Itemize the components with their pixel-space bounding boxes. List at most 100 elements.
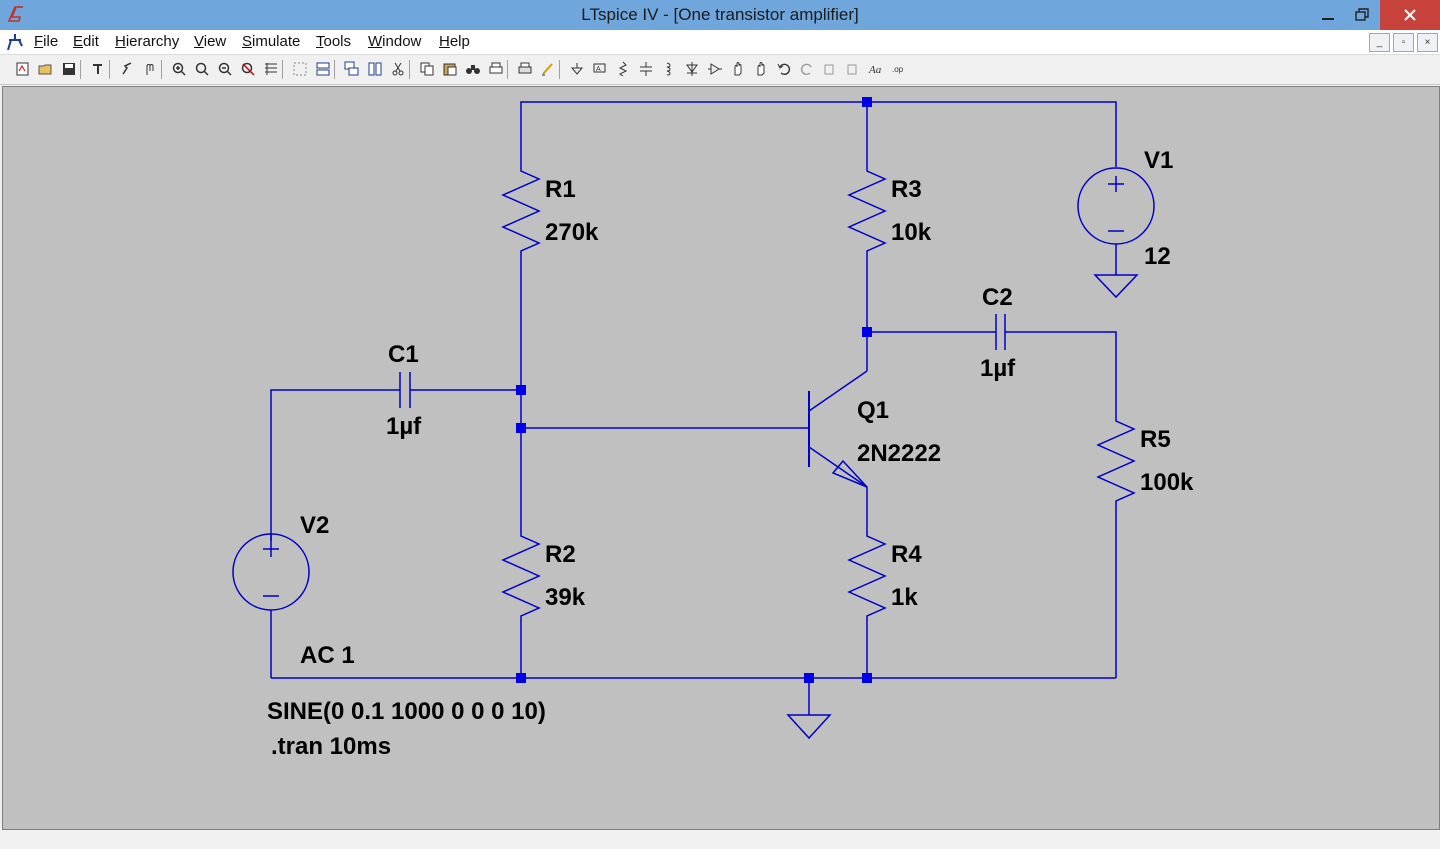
zoom-full-icon[interactable] (194, 61, 210, 77)
r4-name[interactable]: R4 (891, 541, 922, 568)
save-icon[interactable] (61, 61, 77, 77)
r4-value[interactable]: 1k (891, 584, 918, 611)
junction-gnd-r4[interactable] (862, 673, 872, 683)
paste-icon[interactable] (442, 61, 458, 77)
r3-symbol[interactable] (847, 165, 887, 332)
r2-value[interactable]: 39k (545, 584, 586, 611)
r1-symbol[interactable] (501, 165, 541, 257)
c1-name[interactable]: C1 (388, 341, 419, 368)
print-icon[interactable] (517, 61, 533, 77)
svg-text:A: A (596, 66, 601, 73)
menu-tools[interactable]: Tools (316, 33, 351, 50)
diode-icon[interactable] (684, 61, 700, 77)
toolbar: A Aa .op (0, 55, 1440, 85)
menu-hierarchy[interactable]: Hierarchy (115, 33, 179, 50)
q1-value[interactable]: 2N2222 (857, 440, 941, 467)
close-button[interactable] (1380, 0, 1440, 30)
menu-view-rest: iew (203, 33, 227, 50)
zoom-out-icon[interactable] (217, 61, 233, 77)
ground-icon[interactable] (569, 61, 585, 77)
r3-value[interactable]: 10k (891, 219, 932, 246)
capacitor-icon[interactable] (638, 61, 654, 77)
v1-name[interactable]: V1 (1144, 147, 1173, 174)
tile-vertical-icon[interactable] (367, 61, 383, 77)
text-icon[interactable]: Aa (868, 61, 884, 77)
tile-horizontal-icon[interactable] (315, 61, 331, 77)
r5-name[interactable]: R5 (1140, 426, 1171, 453)
wires (232, 101, 1155, 740)
toolbar-separator (80, 60, 81, 79)
cut-icon[interactable] (390, 61, 406, 77)
wire-top-rail[interactable] (520, 101, 1117, 167)
print-setup-icon[interactable] (488, 61, 504, 77)
spice-directive[interactable]: .tran 10ms (271, 733, 391, 760)
find-icon[interactable] (465, 61, 481, 77)
c2-value[interactable]: 1µf (980, 355, 1016, 382)
mirror-icon[interactable] (845, 61, 861, 77)
inductor-icon[interactable] (661, 61, 677, 77)
r5-value[interactable]: 100k (1140, 469, 1194, 496)
zoom-in-icon[interactable] (171, 61, 187, 77)
run-icon[interactable] (119, 61, 135, 77)
menu-window[interactable]: Window (368, 33, 421, 50)
wire-icon[interactable] (540, 61, 556, 77)
autorange-icon[interactable] (263, 61, 279, 77)
minimize-button[interactable] (1312, 0, 1344, 30)
redo-icon[interactable] (799, 61, 815, 77)
ground-symbol-main[interactable] (786, 714, 832, 740)
rotate-icon[interactable] (822, 61, 838, 77)
drag-icon[interactable] (753, 61, 769, 77)
junction-gnd-r2[interactable] (516, 673, 526, 683)
wire-c2-r5[interactable] (1005, 331, 1117, 415)
ground-symbol-v1[interactable] (1093, 274, 1139, 299)
menu-file-rest: ile (43, 33, 59, 50)
grid-icon[interactable] (292, 61, 308, 77)
q1-name[interactable]: Q1 (857, 397, 889, 424)
menu-view[interactable]: View (194, 33, 226, 50)
zoom-cancel-icon[interactable] (240, 61, 256, 77)
menu-help[interactable]: Help (439, 33, 470, 50)
c1-value[interactable]: 1µf (386, 413, 422, 440)
menu-file[interactable]: File (34, 33, 58, 50)
junction-gnd-main[interactable] (804, 673, 814, 683)
junction-top[interactable] (862, 97, 872, 107)
new-schematic-icon[interactable] (15, 61, 31, 77)
r1-value[interactable]: 270k (545, 219, 599, 246)
v1-value[interactable]: 12 (1144, 243, 1171, 270)
undo-icon[interactable] (776, 61, 792, 77)
c2-name[interactable]: C2 (982, 284, 1013, 311)
r5-symbol[interactable] (1096, 415, 1136, 678)
copy-icon[interactable] (419, 61, 435, 77)
status-bar (0, 830, 1440, 849)
label-net-icon[interactable]: A (592, 61, 608, 77)
open-icon[interactable] (38, 61, 54, 77)
restore-button[interactable] (1346, 0, 1378, 30)
r2-name[interactable]: R2 (545, 541, 576, 568)
cascade-icon[interactable] (344, 61, 360, 77)
junction-collector[interactable] (862, 327, 872, 337)
spice-directive-icon[interactable]: .op (891, 61, 907, 77)
mdi-restore-button[interactable]: ▫ (1393, 33, 1414, 52)
schematic-doc-icon[interactable] (5, 32, 25, 52)
mdi-minimize-button[interactable]: _ (1369, 33, 1390, 52)
schematic-canvas[interactable]: R1 270k R3 10k V1 12 C2 1µf C1 1µf Q1 2N… (2, 86, 1440, 830)
junction-base[interactable] (516, 423, 526, 433)
r1-name[interactable]: R1 (545, 176, 576, 203)
r3-name[interactable]: R3 (891, 176, 922, 203)
junction-c1[interactable] (516, 385, 526, 395)
component-icon[interactable] (707, 61, 723, 77)
resistor-icon[interactable] (615, 61, 631, 77)
v2-value[interactable]: AC 1 (300, 642, 355, 669)
halt-icon[interactable] (142, 61, 158, 77)
control-panel-icon[interactable] (90, 61, 106, 77)
mdi-close-button[interactable]: × (1417, 33, 1438, 52)
move-icon[interactable] (730, 61, 746, 77)
r2-symbol[interactable] (501, 530, 541, 678)
r4-symbol[interactable] (847, 487, 887, 678)
menu-edit[interactable]: Edit (73, 33, 99, 50)
v2-sine-value[interactable]: SINE(0 0.1 1000 0 0 0 10) (267, 698, 546, 725)
wire-v2-c1[interactable] (270, 389, 400, 541)
v2-name[interactable]: V2 (300, 512, 329, 539)
toolbar-separator (109, 60, 110, 79)
menu-simulate[interactable]: Simulate (242, 33, 300, 50)
